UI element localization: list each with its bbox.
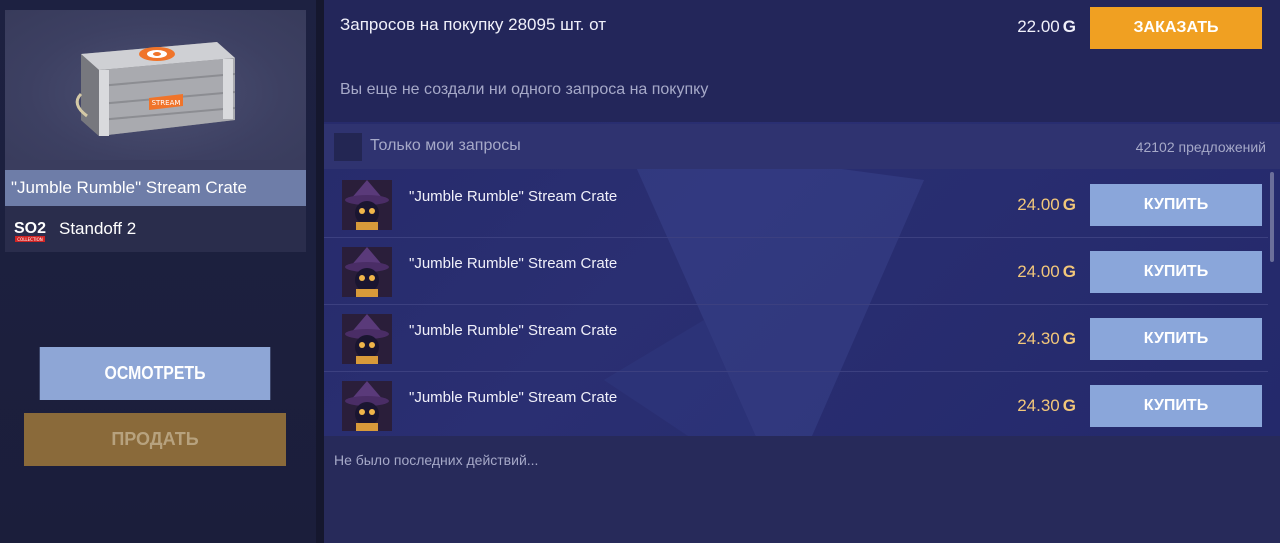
- buy-orders-empty-message: Вы еще не создали ни одного запроса на п…: [340, 81, 709, 98]
- witch-avatar-icon: [342, 314, 392, 364]
- listing-name: "Jumble Rumble" Stream Crate: [409, 322, 618, 339]
- listing-price: 24.00 G: [1017, 262, 1076, 281]
- buy-button[interactable]: КУПИТЬ: [1090, 184, 1262, 226]
- crate-label: STREAM: [152, 99, 181, 107]
- recent-activity-section: Не было последних действий...: [324, 436, 1280, 543]
- witch-avatar-icon: [342, 180, 392, 230]
- listing-row: "Jumble Rumble" Stream Crate 24.30 G КУПИ…: [324, 306, 1268, 372]
- filter-row: Только мои запросы 42102 предложений: [324, 124, 1280, 169]
- buy-button[interactable]: КУПИТЬ: [1090, 318, 1262, 360]
- gold-coin-icon: G: [1062, 396, 1076, 415]
- listings-list: "Jumble Rumble" Stream Crate 24.00 G КУПИ…: [324, 172, 1268, 439]
- listing-row: "Jumble Rumble" Stream Crate 24.30 G КУПИ…: [324, 373, 1268, 439]
- gold-coin-icon: G: [1062, 17, 1076, 36]
- only-mine-checkbox[interactable]: [334, 133, 362, 161]
- item-name: "Jumble Rumble" Stream Crate: [5, 170, 306, 206]
- buy-orders-section: Запросов на покупку 28095 шт. от 22.00 G …: [324, 0, 1280, 122]
- listing-name: "Jumble Rumble" Stream Crate: [409, 188, 618, 205]
- offers-count: 42102 предложений: [1135, 139, 1266, 155]
- listing-name: "Jumble Rumble" Stream Crate: [409, 389, 618, 406]
- listing-row: "Jumble Rumble" Stream Crate 24.00 G КУПИ…: [324, 172, 1268, 238]
- item-panel: STREAM "Jumble Rumble" Stream Crate SO2 …: [0, 0, 316, 543]
- buy-button[interactable]: КУПИТЬ: [1090, 385, 1262, 427]
- buy-orders-title: Запросов на покупку 28095 шт. от: [340, 15, 606, 34]
- buy-button[interactable]: КУПИТЬ: [1090, 251, 1262, 293]
- listing-row: "Jumble Rumble" Stream Crate 24.00 G КУПИ…: [324, 239, 1268, 305]
- market-panel: Запросов на покупку 28095 шт. от 22.00 G …: [324, 0, 1280, 543]
- listing-price: 24.30 G: [1017, 396, 1076, 415]
- item-image: STREAM: [5, 10, 306, 160]
- crate-image: STREAM: [75, 42, 236, 136]
- only-mine-label: Только мои запросы: [370, 137, 521, 154]
- recent-activity-empty-message: Не было последних действий...: [334, 452, 539, 468]
- order-button[interactable]: ЗАКАЗАТЬ: [1090, 7, 1262, 49]
- listing-price: 24.00 G: [1017, 195, 1076, 214]
- standoff2-logo-subtext: COLLECTION: [17, 237, 42, 242]
- inspect-button[interactable]: ОСМОТРЕТЬ: [39, 347, 271, 400]
- witch-avatar-icon: [342, 381, 392, 431]
- item-game: SO2 COLLECTION Standoff 2: [5, 206, 306, 252]
- game-name: Standoff 2: [59, 219, 137, 238]
- sell-button[interactable]: ПРОДАТЬ: [24, 413, 286, 466]
- item-card: STREAM "Jumble Rumble" Stream Crate SO2 …: [5, 10, 306, 252]
- gold-coin-icon: G: [1062, 195, 1076, 214]
- panel-divider: [316, 0, 324, 543]
- listing-price: 24.30 G: [1017, 329, 1076, 348]
- gold-coin-icon: G: [1062, 262, 1076, 281]
- listings-scrollbar[interactable]: [1270, 172, 1274, 262]
- standoff2-logo-text: SO2: [14, 220, 46, 237]
- gold-coin-icon: G: [1062, 329, 1076, 348]
- buy-orders-price: 22.00 G: [1017, 17, 1076, 36]
- witch-avatar-icon: [342, 247, 392, 297]
- listing-name: "Jumble Rumble" Stream Crate: [409, 255, 618, 272]
- standoff2-logo-icon: SO2 COLLECTION: [13, 215, 47, 243]
